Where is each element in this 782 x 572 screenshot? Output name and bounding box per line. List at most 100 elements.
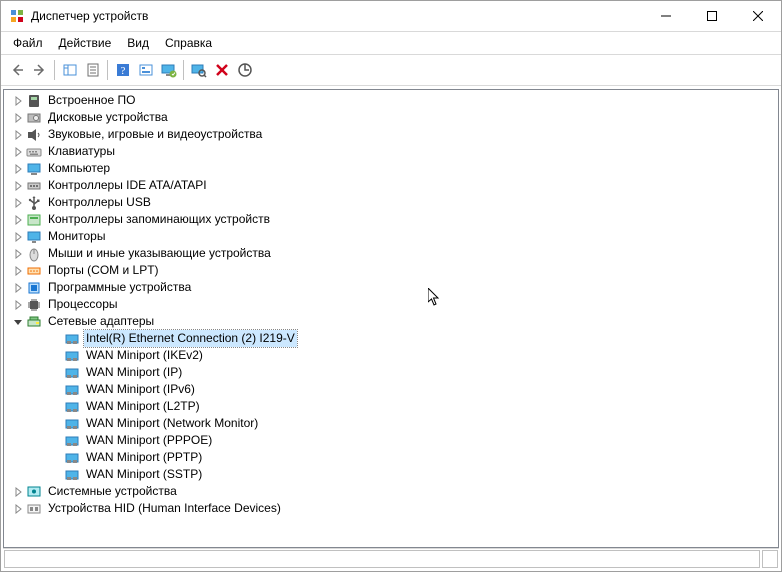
tool-enable-disable[interactable] [233, 59, 256, 81]
category-label: Звуковые, игровые и видеоустройства [46, 126, 264, 143]
category-label: Устройства HID (Human Interface Devices) [46, 500, 283, 517]
category-row[interactable]: Компьютер [4, 160, 778, 177]
expander-closed-icon[interactable] [10, 280, 26, 296]
tool-scan-hardware[interactable] [187, 59, 210, 81]
category-row[interactable]: Системные устройства [4, 483, 778, 500]
menubar: Файл Действие Вид Справка [1, 32, 781, 55]
expander-spacer [48, 467, 64, 483]
expander-open-icon[interactable] [10, 314, 26, 330]
category-label: Программные устройства [46, 279, 193, 296]
device-label: WAN Miniport (SSTP) [84, 466, 204, 483]
monitor-icon [26, 229, 42, 245]
expander-spacer [48, 331, 64, 347]
hid-icon [26, 501, 42, 517]
netadapter-icon [64, 331, 80, 347]
device-tree: Встроенное ПОДисковые устройстваЗвуковые… [4, 90, 778, 519]
expander-spacer [48, 416, 64, 432]
statusbar [3, 548, 779, 569]
expander-closed-icon[interactable] [10, 178, 26, 194]
device-label: Intel(R) Ethernet Connection (2) I219-V [84, 330, 297, 347]
expander-closed-icon[interactable] [10, 144, 26, 160]
expander-closed-icon[interactable] [10, 229, 26, 245]
netadapter-icon [64, 399, 80, 415]
port-icon [26, 263, 42, 279]
device-row[interactable]: WAN Miniport (L2TP) [4, 398, 778, 415]
system-icon [26, 484, 42, 500]
tool-show-hide[interactable] [58, 59, 81, 81]
menu-help[interactable]: Справка [157, 34, 220, 52]
category-row[interactable]: Встроенное ПО [4, 92, 778, 109]
minimize-button[interactable] [643, 1, 689, 31]
category-label: Контроллеры USB [46, 194, 153, 211]
expander-closed-icon[interactable] [10, 127, 26, 143]
device-label: WAN Miniport (IPv6) [84, 381, 197, 398]
content-area: Встроенное ПОДисковые устройстваЗвуковые… [1, 86, 781, 571]
expander-spacer [48, 433, 64, 449]
menu-action[interactable]: Действие [51, 34, 120, 52]
expander-closed-icon[interactable] [10, 501, 26, 517]
expander-closed-icon[interactable] [10, 484, 26, 500]
category-row[interactable]: Процессоры [4, 296, 778, 313]
window-title: Диспетчер устройств [31, 9, 148, 23]
usb-icon [26, 195, 42, 211]
device-row[interactable]: WAN Miniport (PPTP) [4, 449, 778, 466]
category-row[interactable]: Устройства HID (Human Interface Devices) [4, 500, 778, 517]
device-row[interactable]: WAN Miniport (IKEv2) [4, 347, 778, 364]
expander-closed-icon[interactable] [10, 110, 26, 126]
tool-help[interactable]: ? [111, 59, 134, 81]
menu-view[interactable]: Вид [119, 34, 157, 52]
category-row[interactable]: Сетевые адаптеры [4, 313, 778, 330]
category-row[interactable]: Звуковые, игровые и видеоустройства [4, 126, 778, 143]
device-manager-window: Диспетчер устройств Файл Действие Вид Сп… [0, 0, 782, 572]
category-row[interactable]: Контроллеры IDE ATA/ATAPI [4, 177, 778, 194]
expander-closed-icon[interactable] [10, 161, 26, 177]
netadapter-icon [64, 416, 80, 432]
maximize-button[interactable] [689, 1, 735, 31]
device-tree-container[interactable]: Встроенное ПОДисковые устройстваЗвуковые… [3, 89, 779, 548]
category-row[interactable]: Контроллеры USB [4, 194, 778, 211]
mouse-icon [26, 246, 42, 262]
expander-closed-icon[interactable] [10, 93, 26, 109]
category-row[interactable]: Мыши и иные указывающие устройства [4, 245, 778, 262]
network-icon [26, 314, 42, 330]
expander-closed-icon[interactable] [10, 246, 26, 262]
category-row[interactable]: Клавиатуры [4, 143, 778, 160]
category-row[interactable]: Мониторы [4, 228, 778, 245]
expander-spacer [48, 382, 64, 398]
expander-closed-icon[interactable] [10, 297, 26, 313]
tool-back[interactable] [5, 59, 28, 81]
software-icon [26, 280, 42, 296]
category-row[interactable]: Дисковые устройства [4, 109, 778, 126]
titlebar[interactable]: Диспетчер устройств [1, 1, 781, 32]
category-row[interactable]: Порты (COM и LPT) [4, 262, 778, 279]
tool-forward[interactable] [28, 59, 51, 81]
tool-action[interactable] [134, 59, 157, 81]
keyboard-icon [26, 144, 42, 160]
menu-file[interactable]: Файл [5, 34, 51, 52]
netadapter-icon [64, 433, 80, 449]
close-button[interactable] [735, 1, 781, 31]
category-row[interactable]: Программные устройства [4, 279, 778, 296]
status-cell [4, 550, 760, 568]
tool-properties[interactable] [81, 59, 104, 81]
device-label: WAN Miniport (IP) [84, 364, 184, 381]
category-label: Встроенное ПО [46, 92, 137, 109]
computer-icon [26, 161, 42, 177]
device-label: WAN Miniport (PPTP) [84, 449, 204, 466]
tool-uninstall[interactable] [210, 59, 233, 81]
expander-closed-icon[interactable] [10, 212, 26, 228]
device-row[interactable]: Intel(R) Ethernet Connection (2) I219-V [4, 330, 778, 347]
device-row[interactable]: WAN Miniport (Network Monitor) [4, 415, 778, 432]
category-label: Контроллеры запоминающих устройств [46, 211, 272, 228]
expander-closed-icon[interactable] [10, 263, 26, 279]
category-label: Порты (COM и LPT) [46, 262, 161, 279]
device-row[interactable]: WAN Miniport (SSTP) [4, 466, 778, 483]
expander-closed-icon[interactable] [10, 195, 26, 211]
category-row[interactable]: Контроллеры запоминающих устройств [4, 211, 778, 228]
device-row[interactable]: WAN Miniport (PPPOE) [4, 432, 778, 449]
device-row[interactable]: WAN Miniport (IP) [4, 364, 778, 381]
category-label: Процессоры [46, 296, 120, 313]
tool-monitor-update[interactable] [157, 59, 180, 81]
expander-spacer [48, 365, 64, 381]
device-row[interactable]: WAN Miniport (IPv6) [4, 381, 778, 398]
